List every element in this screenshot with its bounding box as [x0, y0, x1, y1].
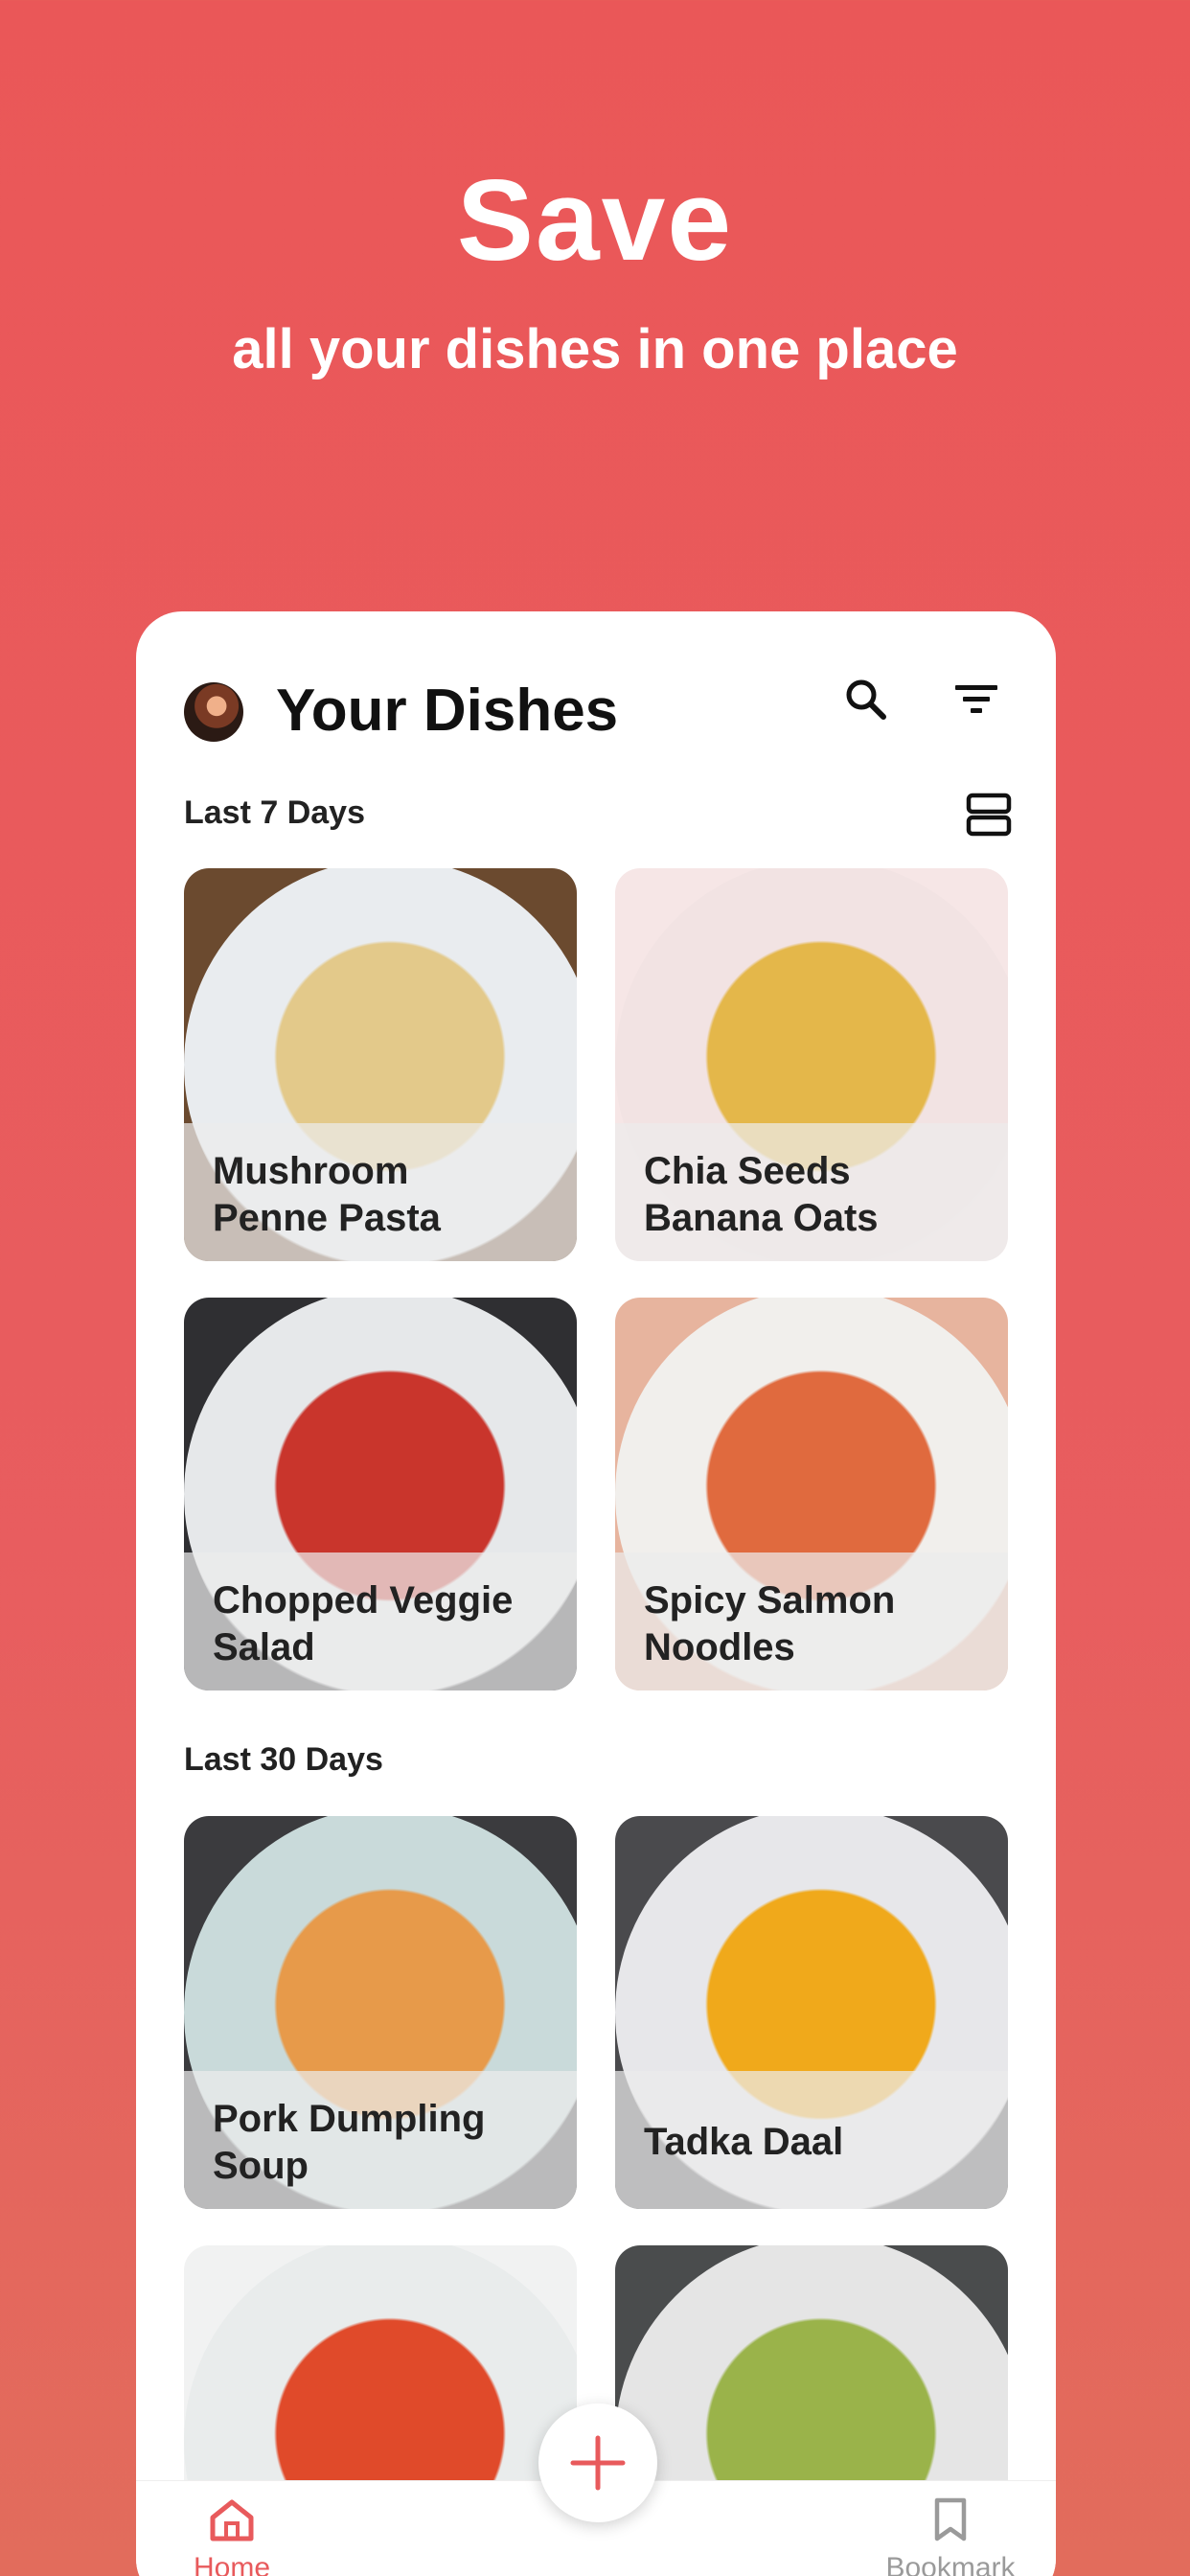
dish-name: Chia Seeds Banana Oats — [644, 1150, 879, 1239]
add-dish-button[interactable] — [538, 2404, 657, 2522]
dish-card[interactable]: Chopped Veggie Salad — [184, 1298, 577, 1690]
hero-title: Save — [456, 156, 734, 285]
nav-home-label: Home — [193, 2552, 271, 2576]
nav-bookmark[interactable]: Bookmark — [855, 2495, 1046, 2576]
filter-icon — [955, 685, 997, 713]
dish-card[interactable]: Mushroom Penne Pasta — [184, 868, 577, 1261]
avatar[interactable] — [184, 682, 243, 742]
nav-bookmark-label: Bookmark — [885, 2552, 1016, 2576]
dish-card[interactable]: Pork Dumpling Soup — [184, 1816, 577, 2209]
home-icon — [210, 2499, 254, 2542]
search-button[interactable] — [835, 669, 897, 730]
dish-name: Spicy Salmon Noodles — [644, 1579, 896, 1668]
dish-name: Pork Dumpling Soup — [213, 2098, 486, 2187]
dish-card[interactable]: Spicy Salmon Noodles — [615, 1298, 1008, 1690]
app-header: Your Dishes — [136, 611, 1056, 755]
bookmark-icon — [934, 2497, 967, 2542]
dish-name: Chopped Veggie Salad — [213, 1579, 514, 1668]
filter-button[interactable] — [946, 669, 1007, 730]
dish-name: Tadka Daal — [644, 2121, 844, 2163]
hero-subtitle: all your dishes in one place — [232, 318, 958, 380]
nav-home[interactable]: Home — [136, 2495, 328, 2576]
section-label-last-30-days: Last 30 Days — [184, 1741, 383, 1778]
view-toggle-button[interactable] — [958, 784, 1019, 845]
phone-screen: Your Dishes Last 7 Days Mushroom Penne P… — [136, 611, 1056, 2576]
search-icon — [846, 679, 886, 720]
page-title: Your Dishes — [276, 678, 619, 744]
dish-name: Mushroom Penne Pasta — [213, 1150, 441, 1239]
dish-card[interactable]: Chia Seeds Banana Oats — [615, 868, 1008, 1261]
list-view-icon — [966, 793, 1012, 837]
plus-icon — [570, 2435, 626, 2491]
dish-card[interactable]: Tadka Daal — [615, 1816, 1008, 2209]
section-label-last-7-days: Last 7 Days — [184, 794, 365, 831]
